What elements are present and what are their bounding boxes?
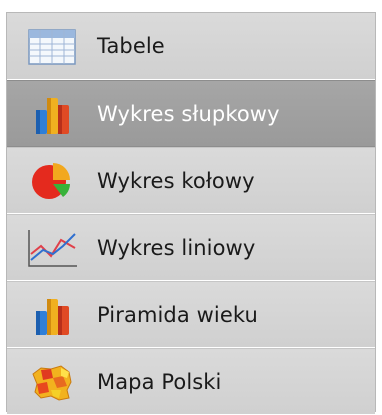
bar-chart-icon — [36, 97, 69, 134]
menu-item-label: Mapa Polski — [97, 369, 222, 394]
poland-map-icon — [32, 364, 72, 401]
menu-item-mapa-polski[interactable]: Mapa Polski — [7, 348, 375, 415]
chart-type-menu: Tabele Wykres słupkowy Wykres kołowy Wyk… — [6, 12, 376, 415]
pie-chart-icon — [32, 162, 70, 199]
menu-item-label: Tabele — [97, 34, 165, 58]
menu-item-label: Piramida wieku — [97, 302, 258, 327]
menu-item-wykres-liniowy[interactable]: Wykres liniowy — [7, 214, 375, 281]
menu-item-wykres-kolowy[interactable]: Wykres kołowy — [7, 147, 375, 214]
line-chart-icon — [28, 229, 77, 267]
menu-item-tabele[interactable]: Tabele — [7, 13, 375, 80]
bar-chart-icon — [36, 298, 69, 335]
menu-item-label: Wykres słupkowy — [97, 101, 280, 126]
menu-item-label: Wykres liniowy — [97, 235, 256, 260]
menu-item-piramida-wieku[interactable]: Piramida wieku — [7, 281, 375, 348]
menu-item-wykres-slupkowy[interactable]: Wykres słupkowy — [7, 80, 375, 147]
table-icon — [28, 29, 76, 65]
menu-item-label: Wykres kołowy — [97, 168, 255, 193]
